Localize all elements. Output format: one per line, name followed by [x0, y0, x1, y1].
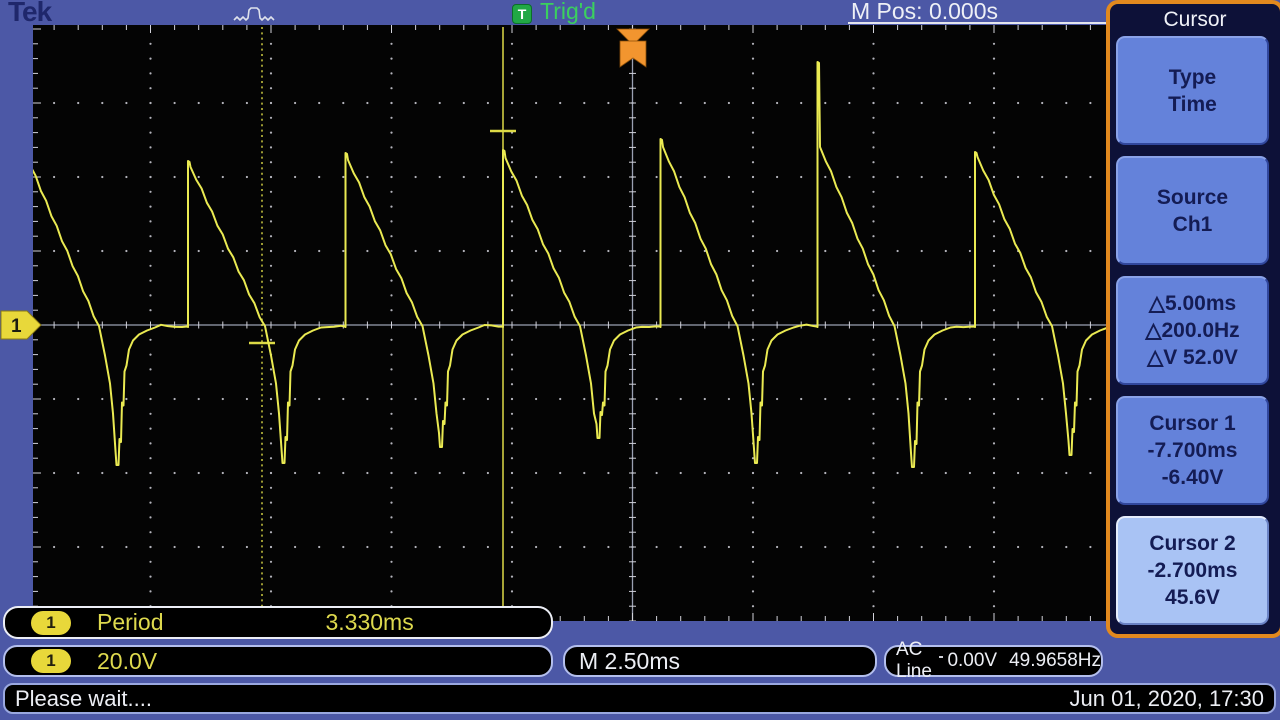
scope-display: [33, 25, 1106, 621]
menu-button-line: -7.700ms: [1148, 437, 1238, 464]
status-bar: Please wait.... Jun 01, 2020, 17:30: [3, 683, 1276, 714]
channel1-ground-marker: 1: [0, 307, 44, 343]
menu-title: Cursor: [1110, 4, 1280, 36]
menu-button-delta-readout[interactable]: △5.00ms △200.0Hz △V 52.0V: [1116, 276, 1269, 385]
oscilloscope-screen: { "titlebar": { "logo": "Tek", "trigger_…: [0, 0, 1280, 720]
menu-button-line: △V 52.0V: [1147, 344, 1238, 371]
date-time: Jun 01, 2020, 17:30: [1070, 686, 1265, 712]
channel1-scale-box: 1 20.0V: [3, 645, 553, 677]
measurement-period-box: 1 Period 3.330ms: [3, 606, 553, 639]
acquisition-waveform-icon: [232, 4, 278, 24]
trigger-status-icon: T: [512, 4, 532, 24]
menu-button-line: Source: [1157, 184, 1228, 211]
tek-logo: Tek: [8, 0, 51, 28]
channel1-marker-label: 1: [11, 316, 22, 337]
trigger-readout-box: AC Line 0.00V 49.9658Hz: [884, 645, 1103, 677]
menu-button-cursor1[interactable]: Cursor 1 -7.700ms -6.40V: [1116, 396, 1269, 505]
trigger-level: 0.00V: [947, 650, 997, 672]
menu-button-source[interactable]: Source Ch1: [1116, 156, 1269, 265]
menu-button-line: 45.6V: [1165, 584, 1220, 611]
cursor-menu-panel: Cursor Type Time Source Ch1 △5.00ms △200…: [1106, 0, 1280, 638]
measurement-value: 3.330ms: [325, 609, 413, 636]
menu-button-line: △5.00ms: [1149, 290, 1236, 317]
menu-button-cursor2[interactable]: Cursor 2 -2.700ms 45.6V: [1116, 516, 1269, 625]
graticule-svg: [33, 25, 1106, 621]
menu-button-line: Cursor 1: [1149, 410, 1235, 437]
measurement-label: Period: [97, 609, 163, 636]
ch1-waveform-trace: [33, 62, 1106, 467]
channel1-scale-value: 20.0V: [97, 648, 157, 675]
mpos-underline: [848, 22, 1106, 24]
menu-button-line: Time: [1168, 91, 1217, 118]
channel1-badge: 1: [31, 611, 71, 635]
status-message: Please wait....: [15, 686, 152, 712]
menu-button-type[interactable]: Type Time: [1116, 36, 1269, 145]
falling-edge-icon: [938, 654, 944, 670]
timebase-box: M 2.50ms: [563, 645, 877, 677]
menu-button-line: Cursor 2: [1149, 530, 1235, 557]
menu-button-line: Type: [1169, 64, 1216, 91]
trigger-source: AC Line: [896, 639, 932, 683]
trigger-frequency: 49.9658Hz: [1009, 650, 1101, 672]
menu-button-line: Ch1: [1173, 211, 1213, 238]
menu-button-line: -2.700ms: [1148, 557, 1238, 584]
menu-button-line: -6.40V: [1162, 464, 1224, 491]
channel1-badge: 1: [31, 649, 71, 673]
timebase-value: M 2.50ms: [579, 648, 680, 675]
trigger-status-text: Trig'd: [540, 0, 596, 25]
menu-button-line: △200.0Hz: [1145, 317, 1239, 344]
